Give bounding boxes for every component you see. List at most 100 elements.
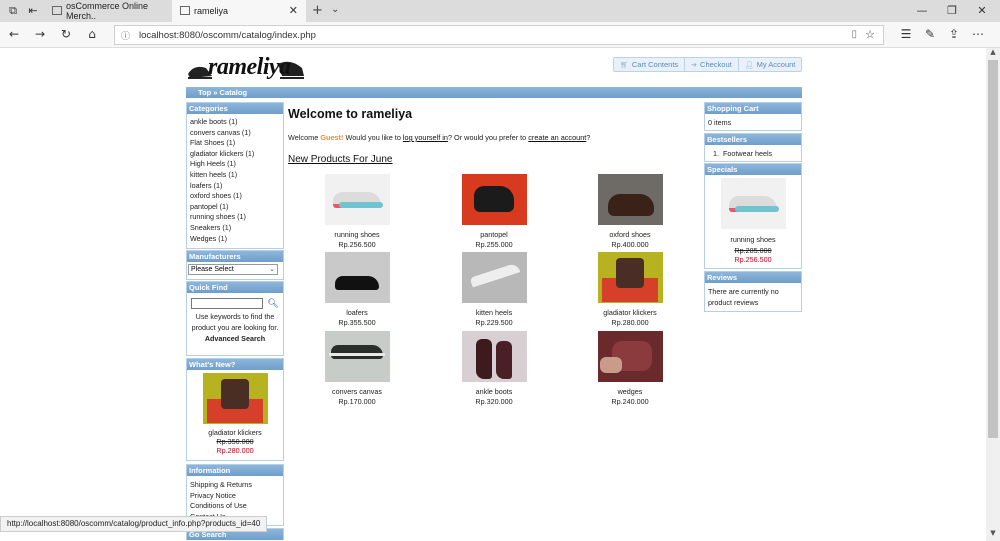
scroll-up-icon[interactable]: ▲ [986,48,1000,60]
special-name[interactable]: running shoes [708,235,798,244]
guest-label: Guest! [320,133,344,142]
new-tab-icon[interactable]: + [312,3,323,18]
whats-new-image[interactable] [202,373,268,424]
forward-icon[interactable]: → [32,27,48,41]
search-icon[interactable]: 🔍︎ [267,298,278,309]
breadcrumb[interactable]: Top » Catalog [186,87,802,98]
quick-find-input[interactable] [191,298,264,309]
close-tab-icon[interactable]: ✕ [289,4,298,17]
product-image[interactable] [461,331,527,382]
product-image[interactable] [461,252,527,303]
product-name[interactable]: gladiator klickers [561,308,699,317]
new-products-title[interactable]: New Products For June [288,154,700,165]
product-price: Rp.170.000 [338,397,376,406]
tab-actions-icon[interactable]: ⧉ [6,4,20,18]
advanced-search-link[interactable]: Advanced Search [190,334,280,343]
store-logo[interactable]: rameliya [186,50,306,86]
product-name[interactable]: pantopel [425,230,563,239]
close-window-icon[interactable]: ✕ [972,4,992,17]
product-image[interactable] [597,252,663,303]
category-link[interactable]: convers canvas (1) [190,128,280,139]
product-card: gladiator klickers Rp.280.000 [561,252,699,327]
product-card: loafers Rp.355.500 [288,252,426,327]
favorites-hub-icon[interactable]: ☰ [898,27,914,41]
refresh-icon[interactable]: ↻ [58,27,74,41]
share-icon[interactable]: ⇪ [946,27,962,41]
home-icon[interactable]: ⌂ [84,27,100,41]
address-bar: ← → ↻ ⌂ ⓘ localhost:8080/oscomm/catalog/… [0,22,1000,48]
bestsellers-box: Bestsellers 1. Footwear heels [704,133,802,162]
category-link[interactable]: ankle boots (1) [190,117,280,128]
product-card: pantopel Rp.255.000 [425,174,563,249]
vertical-scrollbar[interactable]: ▲ ▼ [986,48,1000,541]
whats-new-name[interactable]: gladiator klickers [190,428,280,437]
chevron-down-icon[interactable]: ⌄ [331,4,339,15]
product-image[interactable] [324,252,390,303]
minimize-icon[interactable]: — [912,4,932,17]
product-image[interactable] [461,174,527,225]
product-image[interactable] [597,331,663,382]
product-image[interactable] [597,174,663,225]
whats-new-header: What's New? [187,359,283,370]
category-link[interactable]: High Heels (1) [190,159,280,170]
category-link[interactable]: pantopel (1) [190,202,280,213]
checkout-link[interactable]: ➔ Checkout [685,58,739,71]
reading-view-icon[interactable]: ▯ [851,29,857,40]
create-account-link[interactable]: create an account [528,133,586,142]
url-input[interactable]: ⓘ localhost:8080/oscomm/catalog/index.ph… [114,25,884,45]
product-name[interactable]: running shoes [288,230,426,239]
whats-new-price: Rp.280.000 [216,446,254,455]
tab-label: osCommerce Online Merch.. [66,1,149,21]
product-card: convers canvas Rp.170.000 [288,331,426,406]
shopping-cart-box: Shopping Cart 0 items [704,102,802,131]
logo-text: rameliya [208,54,291,80]
category-link[interactable]: gladiator klickers (1) [190,149,280,160]
login-link[interactable]: log yourself in [403,133,448,142]
special-image[interactable] [720,178,786,229]
product-name[interactable]: ankle boots [425,387,563,396]
reviews-header[interactable]: Reviews [705,272,801,283]
category-link[interactable]: loafers (1) [190,181,280,192]
product-name[interactable]: oxford shoes [561,230,699,239]
info-icon[interactable]: ⓘ [121,29,130,42]
product-name[interactable]: kitten heels [425,308,563,317]
shopping-cart-header[interactable]: Shopping Cart [705,103,801,114]
back-icon[interactable]: ← [6,27,22,41]
set-aside-tabs-icon[interactable]: ⇤ [26,4,40,17]
conditions-link[interactable]: Conditions of Use [190,501,280,512]
more-icon[interactable]: ⋯ [970,27,986,41]
whats-new-box: What's New? gladiator klickers Rp.350.00… [186,358,284,461]
product-name[interactable]: convers canvas [288,387,426,396]
pen-icon[interactable]: ✎ [922,27,938,41]
tab-oscommerce[interactable]: osCommerce Online Merch.. [44,0,170,22]
cart-items: 0 items [708,118,732,127]
cart-contents-link[interactable]: 🛒︎ Cart Contents [614,58,686,71]
product-name[interactable]: wedges [561,387,699,396]
bestseller-link[interactable]: Footwear heels [723,149,772,158]
product-image[interactable] [324,174,390,225]
category-link[interactable]: kitten heels (1) [190,170,280,181]
category-link[interactable]: Wedges (1) [190,234,280,245]
privacy-notice-link[interactable]: Privacy Notice [190,491,280,502]
category-link[interactable]: oxford shoes (1) [190,191,280,202]
product-price: Rp.229.500 [475,318,513,327]
category-link[interactable]: Sneakers (1) [190,223,280,234]
restore-icon[interactable]: ❐ [942,4,962,17]
scroll-down-icon[interactable]: ▼ [986,529,1000,539]
product-name[interactable]: loafers [288,308,426,317]
categories-box: Categories ankle boots (1) convers canva… [186,102,284,249]
tab-rameliya[interactable]: rameliya ✕ [172,0,306,22]
scroll-thumb[interactable] [988,60,998,438]
category-link[interactable]: Flat Shoes (1) [190,138,280,149]
shipping-returns-link[interactable]: Shipping & Returns [190,480,280,491]
specials-header[interactable]: Specials [705,164,801,175]
manufacturers-select[interactable]: Please Select ⌄ [188,264,278,275]
favorite-star-icon[interactable]: ☆ [865,28,875,41]
product-image[interactable] [324,331,390,382]
categories-header: Categories [187,103,283,114]
category-link[interactable]: running shoes (1) [190,212,280,223]
my-account-link[interactable]: 👤︎ My Account [739,58,802,71]
status-bar-url: http://localhost:8080/oscomm/catalog/pro… [0,516,268,532]
quick-find-box: Quick Find 🔍︎ Use keywords to find the p… [186,281,284,356]
manufacturers-box: Manufacturers Please Select ⌄ [186,250,284,280]
